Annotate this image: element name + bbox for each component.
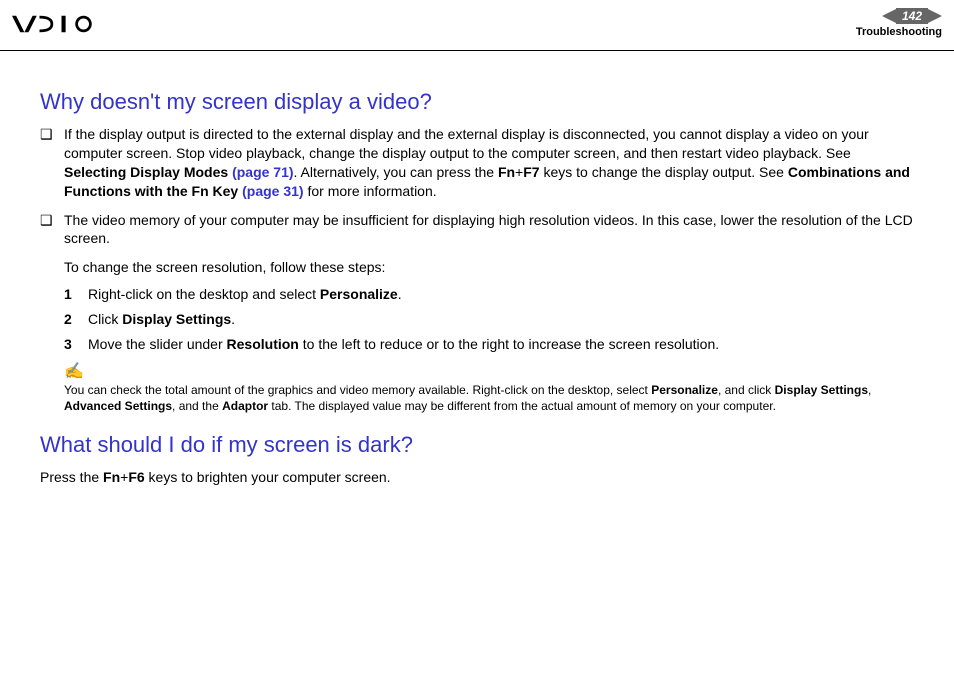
step-text: Click Display Settings. bbox=[88, 310, 235, 329]
numbered-steps: 1 Right-click on the desktop and select … bbox=[64, 285, 914, 354]
bullet-text: If the display output is directed to the… bbox=[64, 125, 914, 201]
page-header: 142 Troubleshooting bbox=[0, 0, 954, 51]
bullet-item: ❑ The video memory of your computer may … bbox=[40, 211, 914, 249]
step-text: Move the slider under Resolution to the … bbox=[88, 335, 719, 354]
heading-dark: What should I do if my screen is dark? bbox=[40, 432, 914, 458]
paragraph: Press the Fn+F6 keys to brighten your co… bbox=[40, 468, 914, 487]
header-right: 142 Troubleshooting bbox=[856, 8, 942, 38]
heading-video: Why doesn't my screen display a video? bbox=[40, 89, 914, 115]
step-number: 3 bbox=[64, 335, 88, 354]
bullet-item: ❑ If the display output is directed to t… bbox=[40, 125, 914, 201]
note-block: ✍ You can check the total amount of the … bbox=[64, 364, 914, 414]
bullet-list: ❑ If the display output is directed to t… bbox=[40, 125, 914, 248]
section-label: Troubleshooting bbox=[856, 26, 942, 38]
note-icon: ✍ bbox=[64, 364, 914, 380]
bullet-icon: ❑ bbox=[40, 211, 64, 249]
step-item: 2 Click Display Settings. bbox=[64, 310, 914, 329]
step-number: 2 bbox=[64, 310, 88, 329]
sub-intro: To change the screen resolution, follow … bbox=[64, 258, 914, 277]
step-number: 1 bbox=[64, 285, 88, 304]
link-page-71[interactable]: (page 71) bbox=[232, 164, 293, 180]
prev-page-icon[interactable] bbox=[882, 9, 896, 23]
step-item: 3 Move the slider under Resolution to th… bbox=[64, 335, 914, 354]
bullet-text: The video memory of your computer may be… bbox=[64, 211, 914, 249]
step-text: Right-click on the desktop and select Pe… bbox=[88, 285, 402, 304]
vaio-logo bbox=[12, 8, 122, 34]
step-item: 1 Right-click on the desktop and select … bbox=[64, 285, 914, 304]
note-text: You can check the total amount of the gr… bbox=[64, 382, 914, 414]
page-content: Why doesn't my screen display a video? ❑… bbox=[0, 51, 954, 487]
page-nav: 142 bbox=[856, 8, 942, 24]
bullet-icon: ❑ bbox=[40, 125, 64, 201]
link-page-31[interactable]: (page 31) bbox=[242, 183, 303, 199]
page-number: 142 bbox=[896, 8, 928, 24]
next-page-icon[interactable] bbox=[928, 9, 942, 23]
